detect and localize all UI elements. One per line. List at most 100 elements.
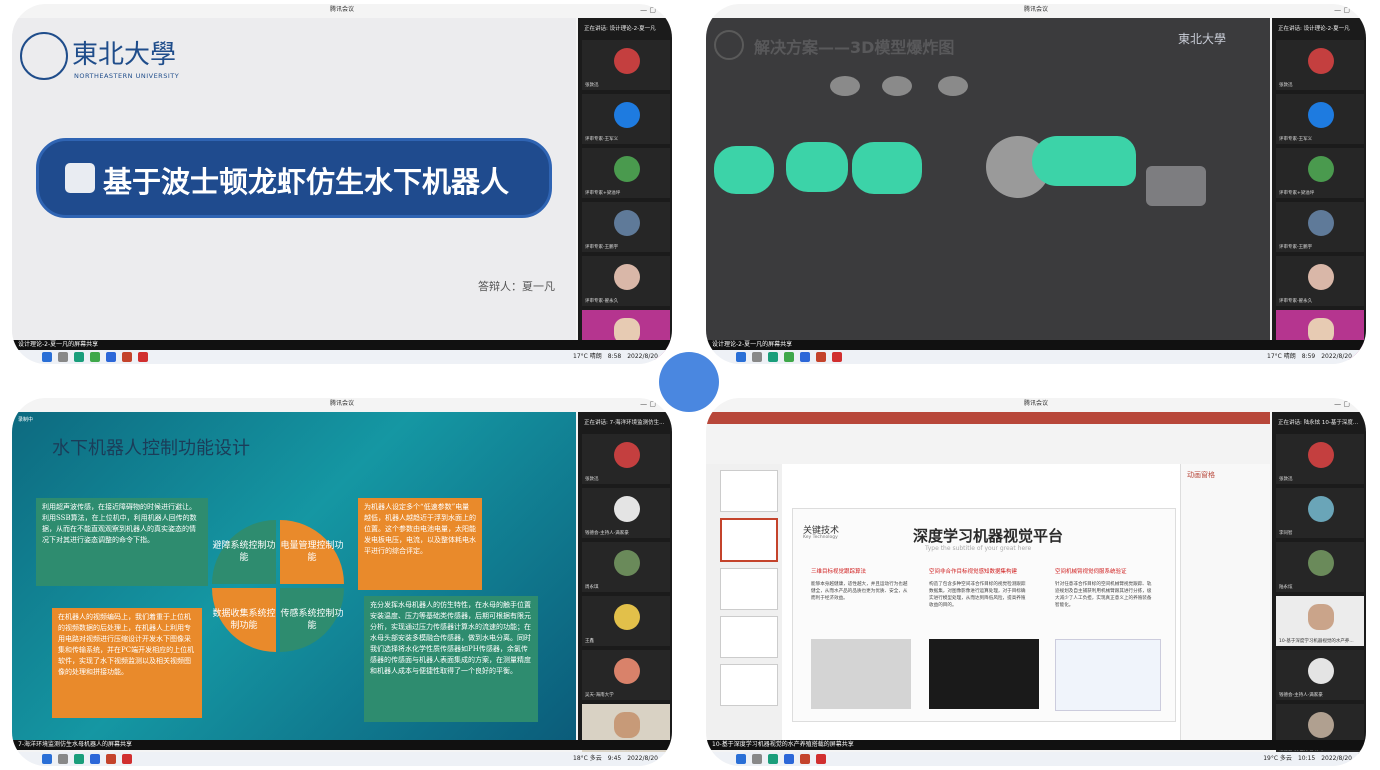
edge-icon[interactable] bbox=[768, 754, 778, 764]
participant-tile[interactable]: 张敦迅 bbox=[1276, 40, 1364, 90]
slide-canvas[interactable]: 关键技术 Key Technology 深度学习机器视觉平台 Type the … bbox=[792, 508, 1176, 722]
participant-tile[interactable]: 钱德会-主持人-满家豪 bbox=[1276, 650, 1364, 700]
participant-tile[interactable]: 评审专家+梁溢坪 bbox=[1276, 148, 1364, 198]
slide-title: 水下机器人控制功能设计 bbox=[52, 438, 250, 459]
speaking-indicator: 正在讲话: 陆永炫 10-基于深度... bbox=[1278, 420, 1359, 426]
slide-thumbnails bbox=[706, 464, 782, 740]
slide-title: 基于波士顿龙虾仿生水下机器人 bbox=[103, 165, 510, 199]
participant-tile[interactable]: 评审专家-王军义 bbox=[1276, 94, 1364, 144]
slide-thumbnail[interactable] bbox=[720, 470, 778, 512]
slide-cover: 東北大學 NORTHEASTERN UNIVERSITY 基于波士顿龙虾仿生水下… bbox=[12, 18, 576, 340]
participant-tile[interactable]: 评审专家+梁溢坪 bbox=[582, 148, 670, 198]
slide-subtitle: Type the subtitle of your great here bbox=[925, 545, 1032, 552]
windows-start-icon[interactable] bbox=[736, 352, 746, 362]
participant-tile[interactable]: 评审专家-王军义 bbox=[582, 94, 670, 144]
body-shell bbox=[1032, 136, 1136, 186]
slide-thumbnail[interactable] bbox=[720, 518, 778, 562]
meeting-app-icon[interactable] bbox=[106, 352, 116, 362]
meeting-app-icon[interactable] bbox=[90, 754, 100, 764]
powerpoint-icon[interactable] bbox=[800, 754, 810, 764]
powerpoint-icon[interactable] bbox=[816, 352, 826, 362]
window-controls[interactable]: — ▢ bbox=[640, 398, 656, 410]
windows-start-icon[interactable] bbox=[42, 352, 52, 362]
windows-start-icon[interactable] bbox=[736, 754, 746, 764]
participant-tile[interactable]: 钱德会-主持人-满家豪 bbox=[582, 488, 670, 538]
edge-icon[interactable] bbox=[74, 754, 84, 764]
windows-start-icon[interactable] bbox=[42, 754, 52, 764]
participant-sidebar: 正在讲话: 设计理论-2-夏一凡 张敦迅 评审专家-王军义 评审专家+梁溢坪 评… bbox=[578, 18, 672, 360]
search-icon[interactable] bbox=[58, 754, 68, 764]
clock-date: 2022/8/20 bbox=[627, 353, 658, 360]
checkbox-icon bbox=[65, 163, 95, 193]
slide-title: 解决方案——3D模型爆炸图 bbox=[754, 38, 955, 57]
sector-data: 数据收集系统控制功能 bbox=[212, 588, 276, 652]
meeting-app-icon[interactable] bbox=[800, 352, 810, 362]
sector-obstacle: 避障系统控制功能 bbox=[212, 520, 276, 584]
edge-icon[interactable] bbox=[768, 352, 778, 362]
text-box: 充分发挥水母机器人的仿生特性，在水母的触手位置安装温度、压力等基础类传感器，后期… bbox=[364, 596, 538, 722]
clock-date: 2022/8/20 bbox=[627, 755, 658, 762]
weather-label: 17°C 晴朗 bbox=[1267, 353, 1296, 360]
participant-tile[interactable]: 评审专家-王鹏宇 bbox=[582, 202, 670, 252]
weather-label: 18°C 多云 bbox=[573, 755, 602, 762]
window-controls[interactable]: — ▢ bbox=[1334, 398, 1350, 410]
powerpoint-icon[interactable] bbox=[122, 352, 132, 362]
participant-tile[interactable]: 张敦迅 bbox=[582, 434, 670, 484]
screen-share-panel-4: 腾讯会议 — ▢ 关键技术 Key Technology 深度学习机器视觉平台 … bbox=[706, 398, 1366, 766]
tail-segment bbox=[714, 146, 774, 194]
claw-part bbox=[1146, 166, 1206, 206]
slide-thumbnail[interactable] bbox=[720, 664, 778, 706]
wps-icon[interactable] bbox=[138, 352, 148, 362]
clock-time: 9:45 bbox=[607, 755, 622, 762]
taskbar: 17°C 晴朗 8:59 2022/8/20 bbox=[706, 350, 1366, 364]
participant-tile[interactable]: 评审专家-翟永久 bbox=[582, 256, 670, 306]
search-icon[interactable] bbox=[752, 352, 762, 362]
participant-tile[interactable]: 周永琪 bbox=[582, 542, 670, 592]
clock-time: 8:58 bbox=[607, 353, 622, 360]
participant-tile[interactable]: 王鑫 bbox=[582, 596, 670, 646]
wps-icon[interactable] bbox=[816, 754, 826, 764]
ribbon bbox=[706, 412, 1270, 464]
clock-date: 2022/8/20 bbox=[1321, 755, 1352, 762]
window-controls[interactable]: — ▢ bbox=[1334, 4, 1350, 16]
edge-icon[interactable] bbox=[74, 352, 84, 362]
animation-pane-title: 动画窗格 bbox=[1187, 471, 1215, 479]
text-box: 利用超声波传感，在接近障碍物的时候进行避让。利用SSB算法，在上位机中，利用机器… bbox=[36, 498, 208, 586]
share-caption: 设计理论-2-夏一凡的屏幕共享 bbox=[12, 340, 672, 350]
column-text: 构造了包含多种空间非合作目标的视觉检测跟踪数据集，对图像影像进行运算处理，对于目… bbox=[929, 582, 1026, 608]
screen-share-panel-2: 腾讯会议 — ▢ 解决方案——3D模型爆炸图 東北大學 正在讲话: 设计理论-2… bbox=[706, 4, 1366, 364]
slide-thumbnail[interactable] bbox=[720, 616, 778, 658]
wps-icon[interactable] bbox=[122, 754, 132, 764]
image-placeholder bbox=[811, 639, 911, 709]
slide-thumbnail[interactable] bbox=[720, 568, 778, 610]
meeting-app-icon[interactable] bbox=[784, 754, 794, 764]
powerpoint-icon[interactable] bbox=[106, 754, 116, 764]
center-dot-icon bbox=[659, 352, 719, 412]
chart-thumbnail bbox=[1055, 639, 1161, 711]
participant-tile[interactable]: 评审专家-王鹏宇 bbox=[1276, 202, 1364, 252]
powerpoint-editor: 关键技术 Key Technology 深度学习机器视觉平台 Type the … bbox=[706, 412, 1270, 740]
participant-tile[interactable]: 张敦迅 bbox=[582, 40, 670, 90]
ribbon-tabs[interactable] bbox=[706, 424, 1270, 434]
screen-share-panel-1: 腾讯会议 — ▢ 東北大學 NORTHEASTERN UNIVERSITY 基于… bbox=[12, 4, 672, 364]
app-icon[interactable] bbox=[90, 352, 100, 362]
sector-power: 电量管理控制功能 bbox=[280, 520, 344, 584]
search-icon[interactable] bbox=[58, 352, 68, 362]
university-logo-icon bbox=[20, 32, 68, 80]
participant-tile[interactable]: 张敦迅 bbox=[1276, 434, 1364, 484]
slide-title: 深度学习机器视觉平台 bbox=[913, 527, 1064, 545]
search-icon[interactable] bbox=[752, 754, 762, 764]
window-controls[interactable]: — ▢ bbox=[640, 4, 656, 16]
participant-tile[interactable]: 评审专家-翟永久 bbox=[1276, 256, 1364, 306]
wps-icon[interactable] bbox=[832, 352, 842, 362]
participant-tile[interactable]: 吴天-海南大学 bbox=[582, 650, 670, 700]
column-heading: 三维目标视觉跟踪算法 bbox=[811, 569, 867, 575]
participant-video-tile[interactable]: 10-基于深度学习机器视觉的水产养... bbox=[1276, 596, 1364, 646]
participant-tile[interactable]: 陆永炫 bbox=[1276, 542, 1364, 592]
participant-tile[interactable]: 李同智 bbox=[1276, 488, 1364, 538]
text-box: 为机器人设定多个“低速参数”电量越低，机器人越趋近于浮到水面上的位置。这个参数由… bbox=[358, 498, 482, 590]
speaking-indicator: 正在讲话: 设计理论-2-夏一凡 bbox=[1278, 26, 1350, 32]
taskbar: 17°C 晴朗 8:58 2022/8/20 bbox=[12, 350, 672, 364]
app-icon[interactable] bbox=[784, 352, 794, 362]
taskbar: 19°C 多云 10:15 2022/8/20 bbox=[706, 752, 1366, 766]
